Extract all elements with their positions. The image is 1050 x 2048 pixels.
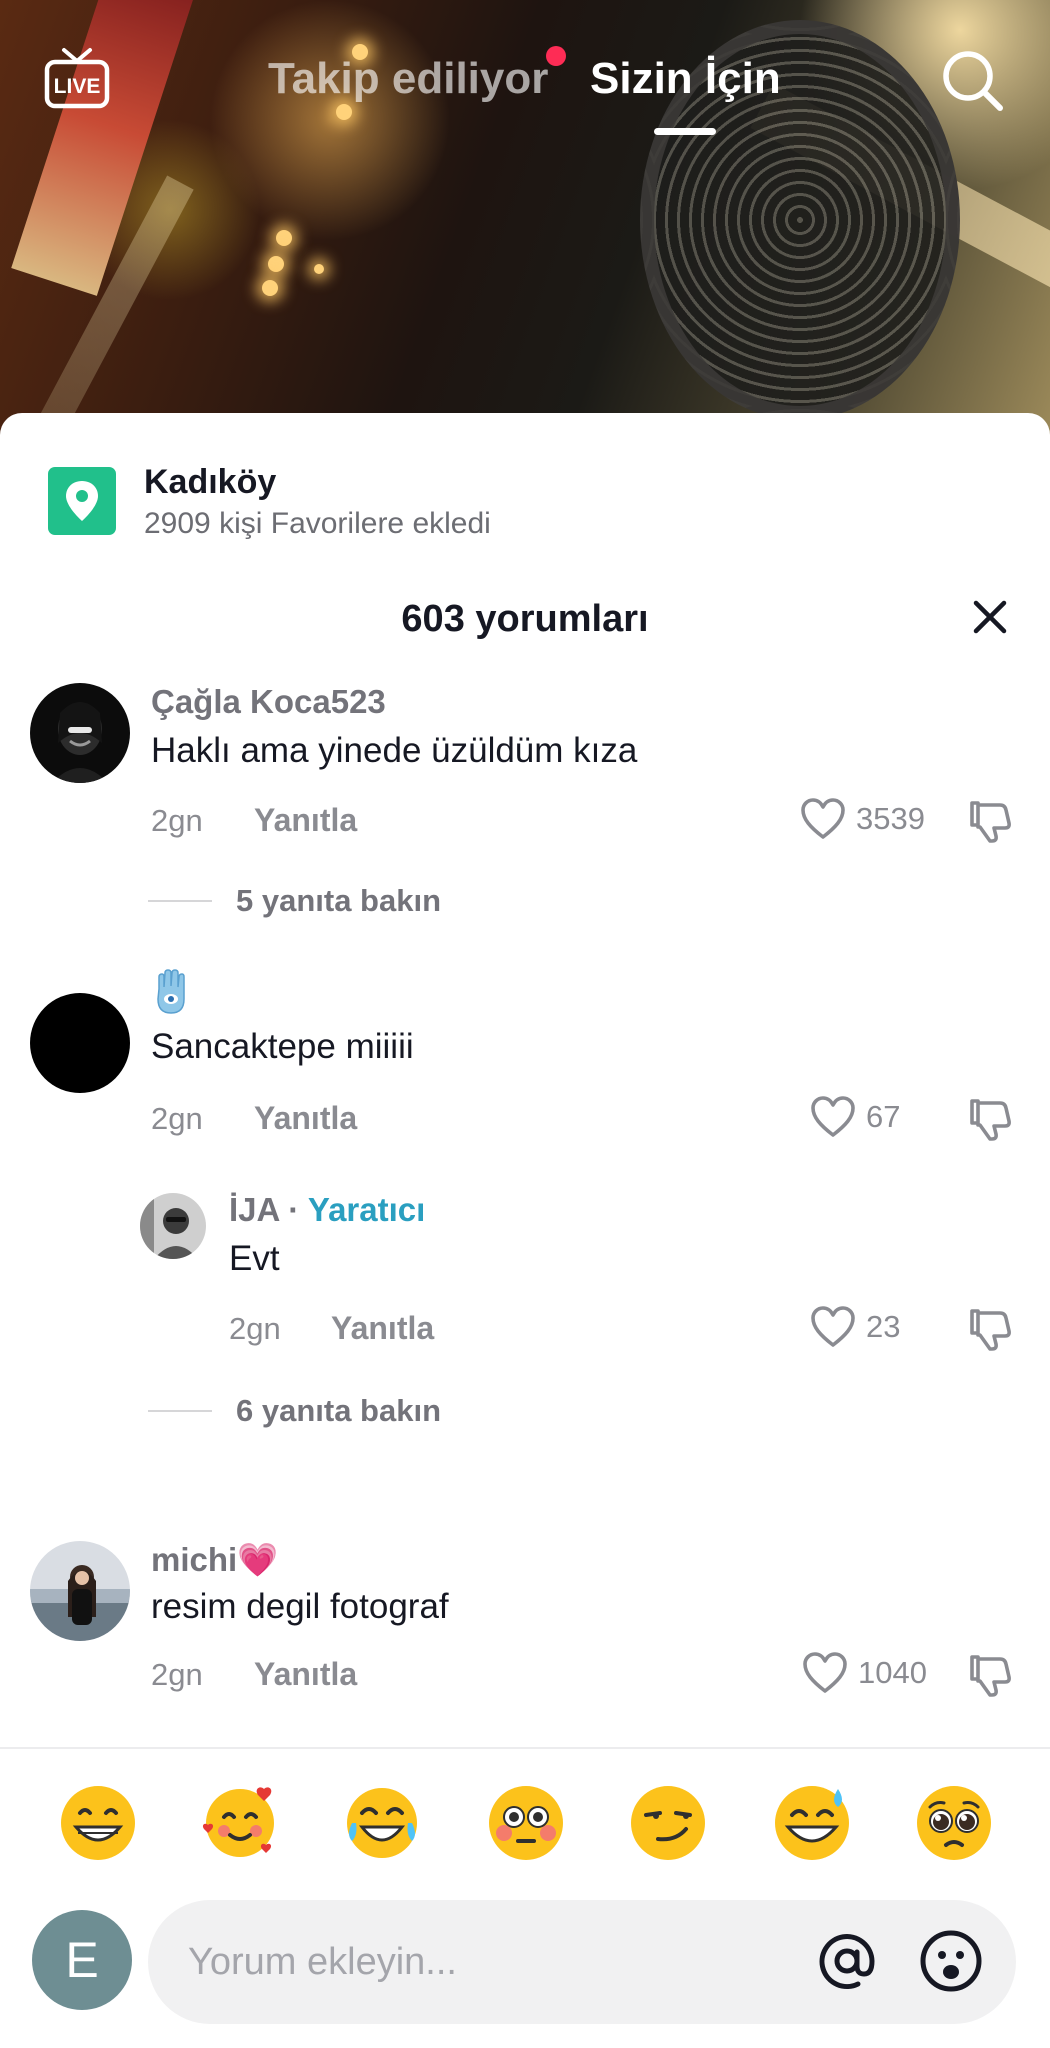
live-tv-icon: LIVE bbox=[44, 48, 110, 109]
comments-sheet: Kadıköy 2909 kişi Favorilere ekledi 603 … bbox=[0, 413, 1050, 2048]
reply-text: Evt bbox=[229, 1239, 280, 1278]
emoji-picker-button[interactable] bbox=[918, 1928, 984, 1994]
comment-text: Sancaktepe miiiii bbox=[151, 1027, 414, 1066]
comment-username[interactable]: michi💗 bbox=[151, 1541, 278, 1580]
creator-badge: Yaratıcı bbox=[307, 1191, 426, 1228]
comment-username[interactable]: Çağla Koca523 bbox=[151, 683, 386, 721]
search-button[interactable] bbox=[940, 48, 1006, 114]
thumbs-down-icon bbox=[970, 1655, 1011, 1697]
comment-text: resim degil fotograf bbox=[151, 1587, 449, 1626]
avatar[interactable] bbox=[140, 1193, 206, 1259]
comment-time: 2gn bbox=[151, 1101, 203, 1136]
like-button[interactable]: 23 bbox=[810, 1305, 900, 1349]
thumbs-down-icon bbox=[970, 1099, 1011, 1141]
smiling-face-with-hearts-emoji-icon[interactable] bbox=[200, 1783, 280, 1863]
background-light bbox=[268, 256, 284, 272]
comment-input[interactable] bbox=[148, 1900, 1016, 2024]
like-button[interactable]: 1040 bbox=[802, 1651, 927, 1695]
comment-composer: E bbox=[0, 1900, 1050, 2030]
thumbs-down-icon bbox=[970, 801, 1011, 843]
tab-for-you[interactable]: Sizin İçin bbox=[590, 54, 781, 104]
active-tab-indicator bbox=[654, 128, 716, 135]
composer-divider bbox=[0, 1747, 1050, 1749]
mention-button[interactable] bbox=[814, 1928, 880, 1994]
dislike-button[interactable] bbox=[966, 1305, 1014, 1353]
pleading-face-emoji-icon[interactable] bbox=[914, 1783, 994, 1863]
comment-time: 2gn bbox=[151, 803, 203, 838]
emoji-face-icon bbox=[920, 1930, 982, 1992]
top-navigation: LIVE Takip ediliyor Sizin İçin bbox=[0, 0, 1050, 140]
avatar[interactable] bbox=[30, 1541, 130, 1641]
reply-button[interactable]: Yanıtla bbox=[254, 1100, 357, 1137]
grinning-face-emoji-icon[interactable] bbox=[58, 1783, 138, 1863]
heart-icon bbox=[811, 1306, 855, 1347]
thumbs-down-icon bbox=[970, 1309, 1011, 1351]
notification-dot bbox=[546, 46, 566, 66]
avatar[interactable] bbox=[30, 683, 130, 783]
at-sign-icon bbox=[819, 1934, 875, 1990]
live-button[interactable]: LIVE bbox=[44, 46, 110, 110]
reply-username[interactable]: İJA · Yaratıcı bbox=[229, 1191, 425, 1229]
close-button[interactable] bbox=[968, 595, 1012, 639]
view-replies-label: 5 yanıta bakın bbox=[236, 883, 442, 918]
background-light bbox=[314, 264, 324, 274]
heart-icon bbox=[801, 798, 845, 839]
search-icon bbox=[943, 51, 1003, 111]
dislike-button[interactable] bbox=[966, 1095, 1014, 1143]
like-button[interactable]: 3539 bbox=[800, 797, 925, 841]
dislike-button[interactable] bbox=[966, 797, 1014, 845]
current-user-avatar[interactable]: E bbox=[32, 1910, 132, 2010]
view-replies-label: 6 yanıta bakın bbox=[236, 1393, 442, 1428]
comment-text: Haklı ama yinede üzüldüm kıza bbox=[151, 731, 638, 770]
comment-time: 2gn bbox=[151, 1657, 203, 1692]
location-favorites-count: 2909 kişi Favorilere ekledi bbox=[144, 507, 491, 540]
sweat-smile-emoji-icon[interactable] bbox=[772, 1783, 852, 1863]
location-pin-icon bbox=[48, 467, 116, 535]
reply-button[interactable]: Yanıtla bbox=[331, 1310, 434, 1347]
divider-line bbox=[148, 900, 212, 902]
view-replies-link[interactable]: 5 yanıta bakın bbox=[148, 883, 441, 919]
hamsa-emoji-icon bbox=[151, 969, 191, 1015]
reply-button[interactable]: Yanıtla bbox=[254, 1656, 357, 1693]
like-count: 3539 bbox=[856, 801, 925, 836]
dislike-button[interactable] bbox=[966, 1651, 1014, 1699]
like-count: 67 bbox=[866, 1099, 901, 1134]
close-icon bbox=[973, 600, 1007, 634]
svg-text:LIVE: LIVE bbox=[54, 75, 101, 98]
emoji-quick-bar bbox=[0, 1783, 1050, 1883]
comments-count-title: 603 yorumları bbox=[401, 598, 649, 640]
background-light bbox=[262, 280, 278, 296]
reply-time: 2gn bbox=[229, 1311, 281, 1346]
smirking-face-emoji-icon[interactable] bbox=[628, 1783, 708, 1863]
like-count: 1040 bbox=[858, 1655, 927, 1690]
tears-of-joy-emoji-icon[interactable] bbox=[342, 1783, 422, 1863]
view-replies-link[interactable]: 6 yanıta bakın bbox=[148, 1393, 441, 1429]
divider-line bbox=[148, 1410, 212, 1412]
flushed-face-emoji-icon[interactable] bbox=[486, 1783, 566, 1863]
heart-icon bbox=[811, 1096, 855, 1137]
location-title: Kadıköy bbox=[144, 463, 277, 501]
background-light bbox=[276, 230, 292, 246]
like-count: 23 bbox=[866, 1309, 901, 1344]
tab-following[interactable]: Takip ediliyor bbox=[268, 54, 548, 104]
reply-button[interactable]: Yanıtla bbox=[254, 802, 357, 839]
location-card[interactable]: Kadıköy 2909 kişi Favorilere ekledi bbox=[48, 455, 748, 565]
avatar[interactable] bbox=[30, 993, 130, 1093]
heart-icon bbox=[803, 1652, 847, 1693]
like-button[interactable]: 67 bbox=[810, 1095, 900, 1139]
